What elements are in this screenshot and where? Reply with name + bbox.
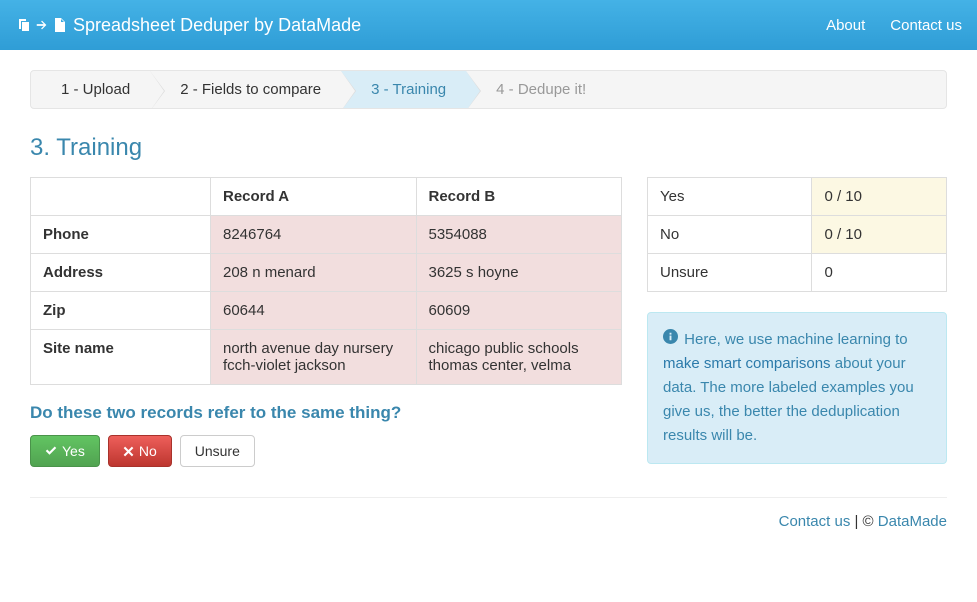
page-title: 3. Training (30, 134, 947, 162)
unsure-button[interactable]: Unsure (180, 435, 255, 467)
footer-datamade[interactable]: DataMade (878, 513, 947, 530)
training-question: Do these two records refer to the same t… (30, 403, 622, 423)
nav-links: About Contact us (826, 17, 962, 34)
cell-b: 3625 s hoyne (416, 254, 622, 292)
brand-icons (15, 17, 67, 33)
no-button[interactable]: No (108, 435, 172, 467)
field-label: Site name (31, 330, 211, 385)
cell-b: 60609 (416, 292, 622, 330)
count-value: 0 / 10 (812, 216, 947, 254)
field-label: Address (31, 254, 211, 292)
top-navbar: Spreadsheet Deduper by DataMade About Co… (0, 0, 977, 50)
no-label: No (139, 443, 157, 459)
table-row: Phone 8246764 5354088 (31, 216, 622, 254)
check-icon (45, 445, 57, 457)
table-row: Zip 60644 60609 (31, 292, 622, 330)
footer: Contact us | © DataMade (30, 513, 947, 540)
count-row-no: No 0 / 10 (648, 216, 947, 254)
count-label: No (648, 216, 812, 254)
arrow-right-icon (35, 18, 49, 32)
wizard-step-fields[interactable]: 2 - Fields to compare (150, 71, 341, 108)
counts-table: Yes 0 / 10 No 0 / 10 Unsure 0 (647, 177, 947, 292)
cell-a: 8246764 (211, 216, 417, 254)
info-link[interactable]: make smart comparisons (663, 355, 831, 372)
yes-label: Yes (62, 443, 85, 459)
field-label: Zip (31, 292, 211, 330)
file-icon (53, 17, 67, 33)
col-field (31, 178, 211, 216)
info-text-pre: Here, we use machine learning to (684, 331, 907, 348)
footer-separator (30, 497, 947, 498)
footer-contact[interactable]: Contact us (779, 513, 851, 530)
records-table: Record A Record B Phone 8246764 5354088 … (30, 177, 622, 385)
count-label: Yes (648, 178, 812, 216)
cell-a: 60644 (211, 292, 417, 330)
cell-b: chicago public schools thomas center, ve… (416, 330, 622, 385)
brand[interactable]: Spreadsheet Deduper by DataMade (15, 15, 361, 36)
cell-a: 208 n menard (211, 254, 417, 292)
count-row-unsure: Unsure 0 (648, 254, 947, 292)
field-label: Phone (31, 216, 211, 254)
brand-text: Spreadsheet Deduper by DataMade (73, 15, 361, 36)
count-row-yes: Yes 0 / 10 (648, 178, 947, 216)
wizard-step-dedupe: 4 - Dedupe it! (466, 71, 606, 108)
wizard-steps: 1 - Upload 2 - Fields to compare 3 - Tra… (30, 70, 947, 109)
info-box: Here, we use machine learning to make sm… (647, 312, 947, 464)
table-row: Address 208 n menard 3625 s hoyne (31, 254, 622, 292)
info-icon (663, 331, 682, 348)
nav-about[interactable]: About (826, 17, 865, 34)
cell-a: north avenue day nursery fcch-violet jac… (211, 330, 417, 385)
wizard-step-upload[interactable]: 1 - Upload (31, 71, 150, 108)
x-icon (123, 446, 134, 457)
count-value: 0 / 10 (812, 178, 947, 216)
nav-contact[interactable]: Contact us (890, 17, 962, 34)
button-row: Yes No Unsure (30, 435, 622, 467)
count-label: Unsure (648, 254, 812, 292)
footer-sep: | © (850, 513, 877, 530)
count-value: 0 (812, 254, 947, 292)
table-row: Site name north avenue day nursery fcch-… (31, 330, 622, 385)
yes-button[interactable]: Yes (30, 435, 100, 467)
copy-icon (15, 17, 31, 33)
col-record-a: Record A (211, 178, 417, 216)
wizard-step-training[interactable]: 3 - Training (341, 71, 466, 108)
cell-b: 5354088 (416, 216, 622, 254)
col-record-b: Record B (416, 178, 622, 216)
